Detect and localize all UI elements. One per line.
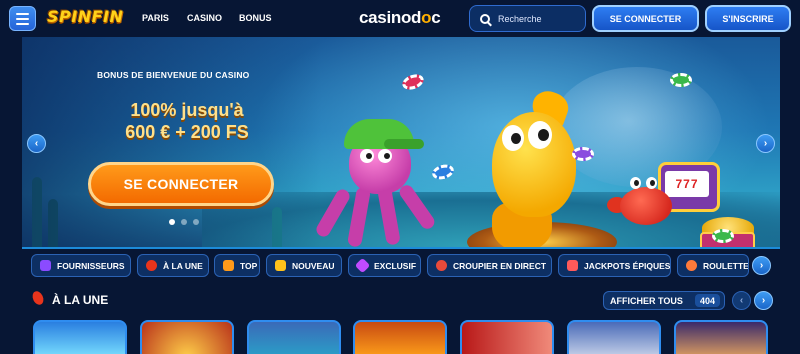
category-featured[interactable]: À LA UNE [137,254,209,277]
search-box[interactable]: Recherche [469,5,586,32]
category-new[interactable]: NOUVEAU [266,254,342,277]
chip-icon [436,260,447,271]
crab-eye [630,177,641,189]
crab-character [620,187,672,225]
hero-shade [22,37,322,247]
category-live-dealer[interactable]: CROUPIER EN DIRECT [427,254,552,277]
pepper-icon [146,260,157,271]
providers-icon [40,260,51,271]
category-label: NOUVEAU [292,260,335,271]
chevron-right-icon: › [763,138,768,149]
games-next-button[interactable]: › [754,291,773,310]
hero-banner[interactable]: 777 BONUS DE BIENVENUE DU CASINO 100% ju… [22,37,780,249]
fish-pupil [538,129,549,141]
section-title: À LA UNE [52,293,109,307]
fish-eye [502,125,524,151]
bonus-offer-line: 600 € + 200 FS [125,122,249,142]
category-label: FOURNISSEURS [57,260,125,271]
crab-pupil [650,180,655,186]
category-epic-jackpots[interactable]: JACKPOTS ÉPIQUES [558,254,671,277]
octopus-pupil [384,153,390,159]
category-label: ROULETTE [703,260,749,271]
octopus-eye [378,149,392,163]
category-roulette[interactable]: ROULETTE [677,254,749,277]
game-tile[interactable] [567,320,661,354]
search-placeholder: Recherche [498,13,542,24]
category-exclusive[interactable]: EXCLUSIF [348,254,421,277]
octopus-eye [360,149,374,163]
casino-chip [712,229,734,243]
game-tile[interactable] [674,320,768,354]
brand-text-left: casinod [359,8,422,27]
category-top[interactable]: TOP [214,254,260,277]
casino-chip [572,147,594,161]
menu-icon-bar [16,17,29,20]
category-label: TOP [240,260,258,271]
spinfin-logo[interactable]: SPINFIN [47,7,123,26]
gift-icon [567,260,578,271]
category-label: CROUPIER EN DIRECT [453,260,547,271]
top-header: SPINFIN PARIS CASINO BONUS casinodoc Rec… [0,0,800,37]
hero-next-button[interactable]: › [756,134,775,153]
chevron-right-icon: › [761,295,766,306]
category-label: EXCLUSIF [374,260,417,271]
game-tile[interactable] [247,320,341,354]
pepper-icon [30,289,46,307]
fish-eye [528,121,552,149]
game-tile[interactable] [140,320,234,354]
bonus-offer: 100% jusqu'à 600 € + 200 FS [92,99,282,143]
crown-icon [223,260,234,271]
gem-icon [354,257,371,274]
nav-bonus[interactable]: BONUS [239,13,272,23]
octopus-cap-visor [384,139,424,149]
chevron-left-icon: ‹ [739,295,744,306]
roulette-icon [686,260,697,271]
nav-casino[interactable]: CASINO [187,13,222,23]
chevron-left-icon: ‹ [34,138,39,149]
bonus-eyebrow: BONUS DE BIENVENUE DU CASINO [97,70,250,80]
view-all-label: AFFICHER TOUS [610,295,683,306]
brand-text-mid: o [421,8,432,27]
menu-icon-bar [16,12,29,15]
category-bar: FOURNISSEURS À LA UNE TOP NOUVEAU EXCLUS… [22,254,780,278]
brand-text-right: c [431,8,441,27]
search-icon [480,13,490,24]
slide-dot[interactable] [181,219,187,225]
menu-button[interactable] [9,6,36,31]
signup-button[interactable]: S'INSCRIRE [705,5,791,32]
slide-dot[interactable] [193,219,199,225]
chevron-right-icon: › [759,260,764,271]
bonus-offer-line: 100% jusqu'à [130,100,244,120]
slide-dot[interactable] [169,219,175,225]
categories-next-button[interactable]: › [752,256,771,275]
page: SPINFIN PARIS CASINO BONUS casinodoc Rec… [0,0,800,354]
game-tile[interactable] [353,320,447,354]
lightning-icon [275,260,286,271]
login-button[interactable]: SE CONNECTER [592,5,699,32]
game-tile[interactable] [33,320,127,354]
casinodoc-logo[interactable]: casinodoc [359,8,441,28]
casino-chip [670,73,692,87]
nav-paris[interactable]: PARIS [142,13,169,23]
category-label: JACKPOTS ÉPIQUES [584,260,671,271]
crab-pupil [634,180,639,186]
games-prev-button[interactable]: ‹ [732,291,751,310]
slot-machine-reels: 777 [665,171,709,197]
view-all-count: 404 [694,294,720,307]
crab-eye [646,177,657,189]
game-tile[interactable] [460,320,554,354]
hero-prev-button[interactable]: ‹ [27,134,46,153]
category-label: À LA UNE [163,260,203,271]
octopus-pupil [366,153,372,159]
fish-pupil [511,133,521,144]
menu-icon-bar [16,22,29,25]
hero-login-button[interactable]: SE CONNECTER [88,162,274,206]
category-providers[interactable]: FOURNISSEURS [31,254,131,277]
view-all-button[interactable]: AFFICHER TOUS 404 [603,291,725,310]
